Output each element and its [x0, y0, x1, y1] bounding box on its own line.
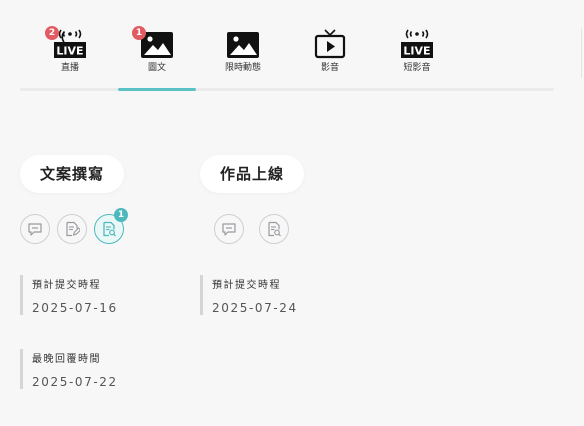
- tab-live[interactable]: LIVE 2 直播: [31, 26, 109, 74]
- comment-button[interactable]: [20, 214, 50, 244]
- stage-title: 文案撰寫: [20, 155, 125, 193]
- submit-schedule-label: 預計提交時程: [32, 280, 101, 291]
- submit-schedule: 預計提交時程 2025-07-16: [20, 275, 118, 315]
- svg-text:LIVE: LIVE: [403, 45, 430, 58]
- tab-indicator-track: [20, 88, 554, 91]
- svg-text:LIVE: LIVE: [56, 45, 83, 58]
- chat-bubble-icon: [28, 223, 42, 236]
- reply-deadline-label: 最晚回覆時間: [32, 354, 101, 365]
- stage-title: 作品上線: [200, 155, 305, 193]
- submit-schedule-date: 2025-07-24: [212, 301, 298, 315]
- review-document-button[interactable]: [259, 214, 289, 244]
- reply-deadline: 最晚回覆時間 2025-07-22: [20, 349, 118, 389]
- tab-label: 短影音: [403, 63, 431, 73]
- tab-image-text[interactable]: 1 圖文: [118, 26, 196, 74]
- edit-document-button[interactable]: [57, 214, 87, 244]
- tv-play-icon: [313, 26, 347, 60]
- live-icon: LIVE: [400, 26, 434, 60]
- tab-label: 圖文: [147, 63, 166, 73]
- image-icon: 1: [132, 26, 174, 60]
- chat-bubble-icon: [222, 223, 236, 236]
- notification-badge: 1: [132, 26, 146, 40]
- reply-deadline-date: 2025-07-22: [32, 375, 118, 389]
- content-type-tabs: LIVE 2 直播 1 圖文 限時動態 影音 LIVE 短影音: [0, 0, 584, 100]
- tab-video[interactable]: 影音: [291, 26, 369, 74]
- review-count-badge: 1: [114, 208, 128, 222]
- tab-stories[interactable]: 限時動態: [204, 26, 282, 74]
- comment-button[interactable]: [214, 214, 244, 244]
- notification-badge: 2: [45, 26, 59, 40]
- stage-copywriting: 文案撰寫 1 預計提交時程 2025-07-16 最晚回覆時間 2025-07-…: [20, 155, 128, 389]
- document-search-icon: [103, 221, 116, 237]
- image-icon: [226, 26, 260, 60]
- review-document-button[interactable]: 1: [94, 208, 128, 244]
- live-icon: LIVE 2: [45, 26, 87, 60]
- document-edit-icon: [66, 221, 80, 237]
- submit-schedule: 預計提交時程 2025-07-24: [200, 275, 298, 315]
- tab-short-video[interactable]: LIVE 短影音: [378, 26, 456, 74]
- divider: [581, 28, 582, 78]
- tab-label: 直播: [60, 63, 79, 73]
- active-tab-indicator: [118, 88, 196, 91]
- submit-schedule-label: 預計提交時程: [212, 280, 281, 291]
- submit-schedule-date: 2025-07-16: [32, 301, 118, 315]
- document-search-icon: [268, 221, 281, 237]
- tab-label: 限時動態: [224, 63, 261, 73]
- tab-label: 影音: [320, 63, 339, 73]
- stage-publish: 作品上線 預計提交時程 2025-07-24: [200, 155, 305, 315]
